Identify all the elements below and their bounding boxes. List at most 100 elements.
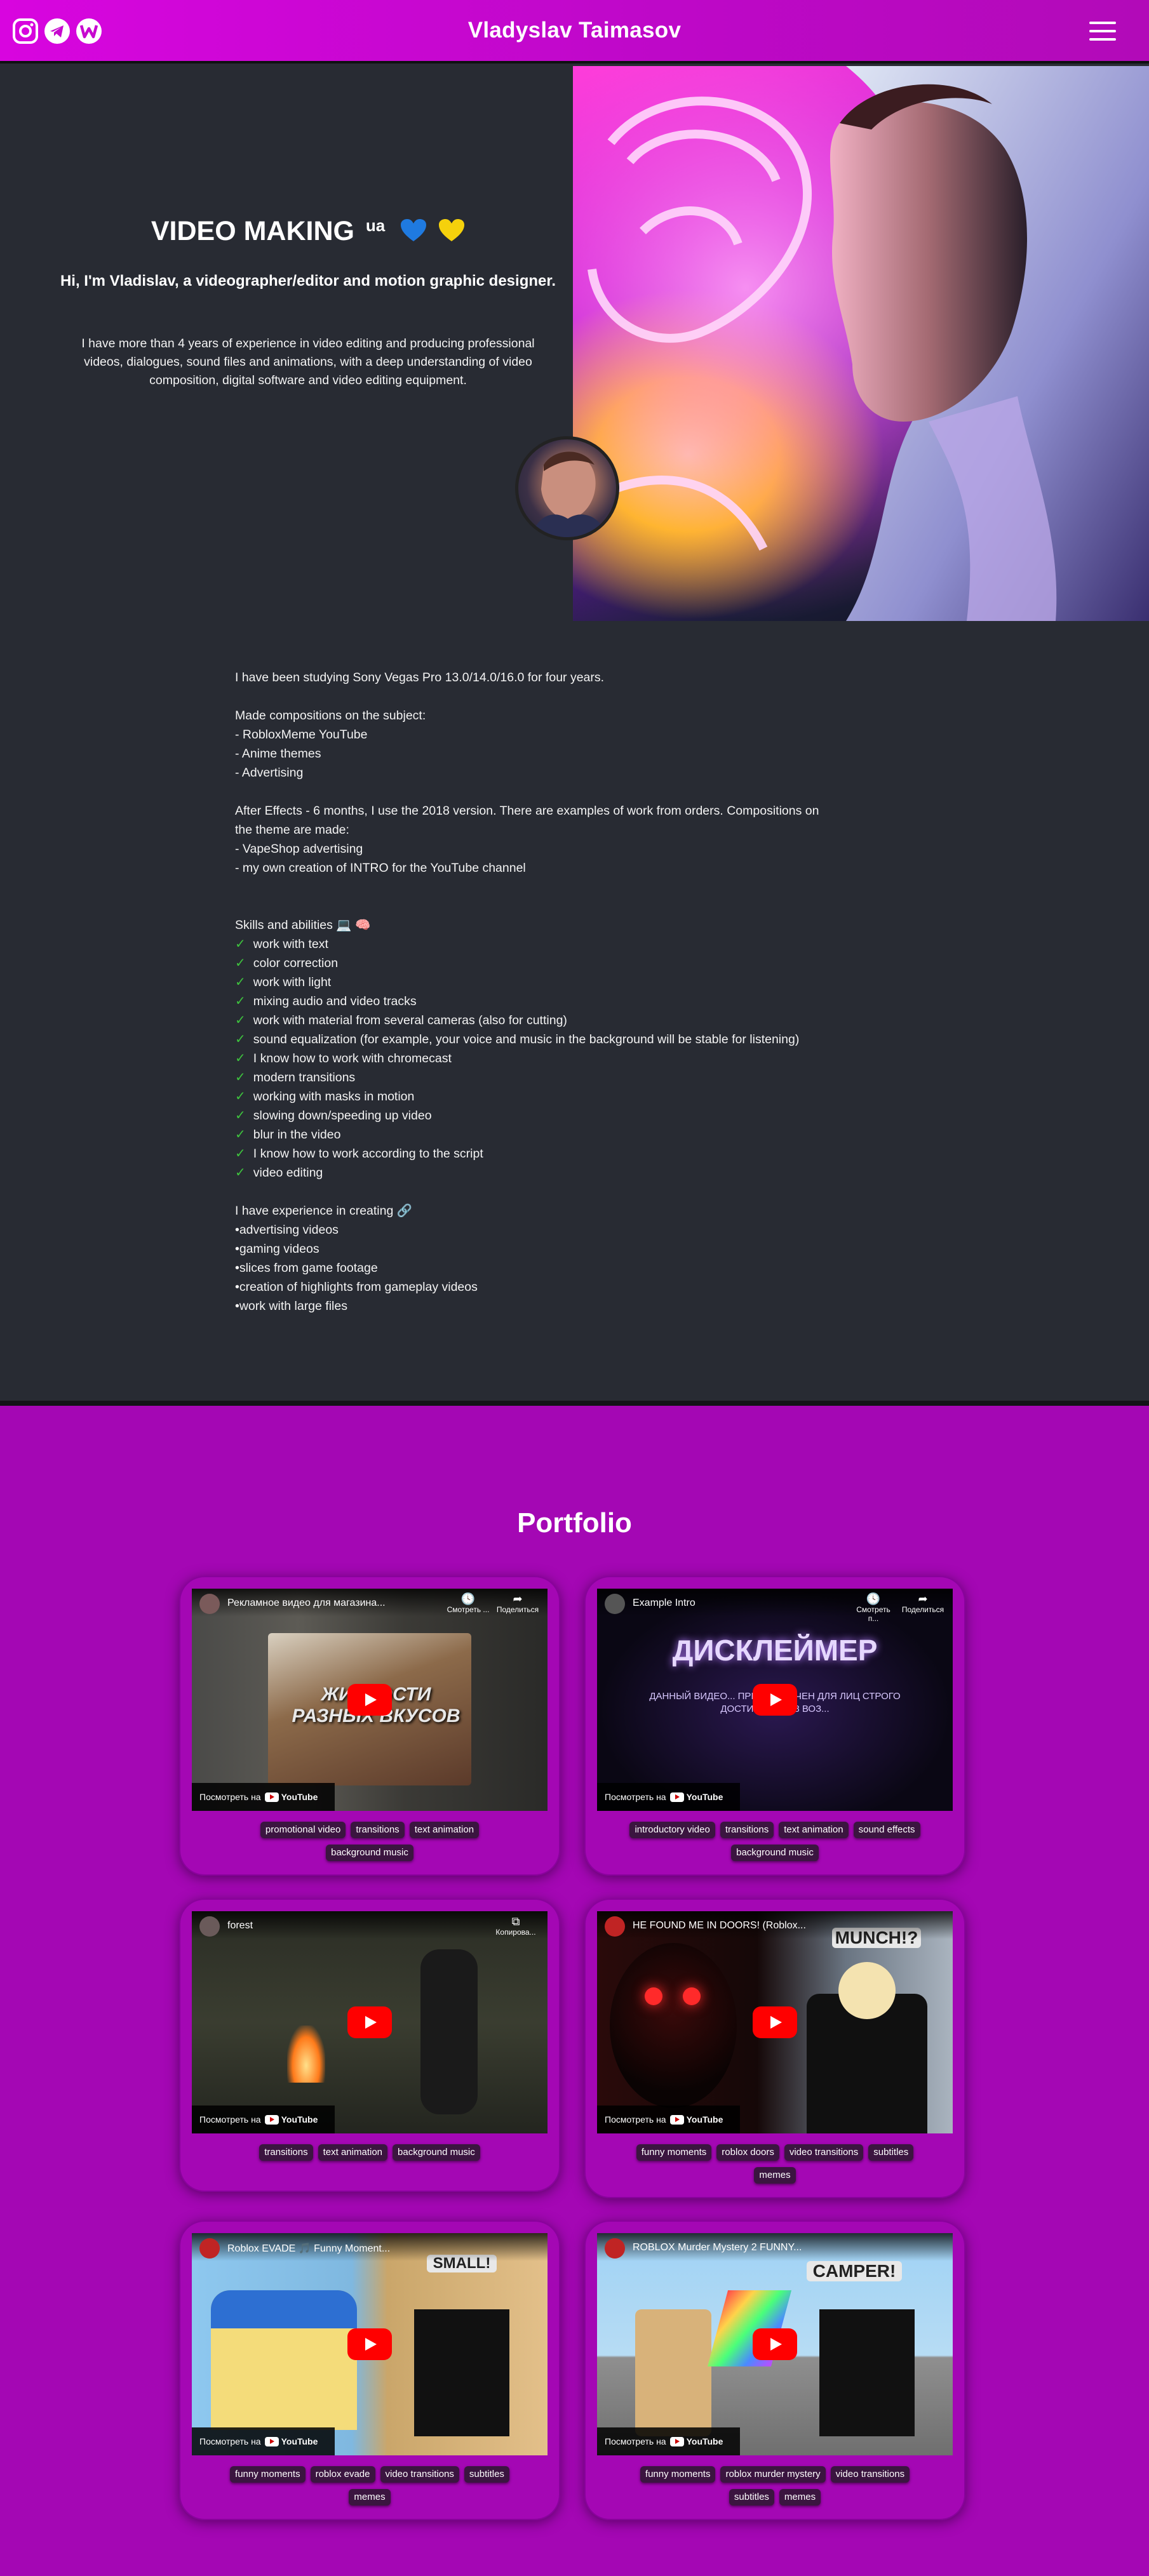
channel-avatar[interactable] bbox=[199, 1916, 220, 1937]
youtube-logo-icon bbox=[264, 2437, 279, 2446]
skill-item: ✓ working with masks in motion bbox=[235, 1090, 415, 1104]
video-title[interactable]: Рекламное видео для магазина... bbox=[227, 1598, 437, 1609]
tag: funny moments bbox=[640, 2466, 716, 2483]
tag: roblox evade bbox=[310, 2466, 375, 2483]
site-title[interactable]: Vladyslav Taimasov bbox=[0, 18, 1149, 43]
campfire-graphic bbox=[287, 2025, 325, 2083]
watch-on-youtube-button[interactable]: Посмотреть на YouTube bbox=[597, 2106, 740, 2133]
tag: memes bbox=[754, 2167, 796, 2184]
experience-item: •gaming videos bbox=[235, 1242, 319, 1256]
play-button[interactable] bbox=[347, 1684, 392, 1716]
checkmark-icon: ✓ bbox=[235, 1147, 246, 1161]
portfolio-card: SMALL! Roblox EVADE 🎵 Funny Moment... По… bbox=[179, 2220, 560, 2520]
play-button[interactable] bbox=[753, 1684, 797, 1716]
tag-list: funny moments roblox murder mystery video … bbox=[622, 2463, 927, 2509]
skill-item: ✓ I know how to work with chromecast bbox=[235, 1051, 452, 1065]
checkmark-icon: ✓ bbox=[235, 1109, 246, 1123]
portfolio-card: MUNCH!? HE FOUND ME IN DOORS! (Roblox...… bbox=[584, 1899, 965, 2198]
skill-item: ✓ modern transitions bbox=[235, 1071, 356, 1084]
watch-later-button[interactable]: 🕓 Смотреть ... bbox=[446, 1592, 490, 1614]
checkmark-icon: ✓ bbox=[235, 937, 246, 951]
clock-icon: 🕓 bbox=[460, 1592, 476, 1605]
video-title[interactable]: Example Intro bbox=[633, 1598, 842, 1609]
section-divider bbox=[0, 1401, 1149, 1406]
tag: roblox doors bbox=[716, 2144, 779, 2161]
youtube-logo-icon bbox=[669, 2437, 684, 2446]
copy-icon: ⧉ bbox=[511, 1915, 520, 1928]
video-embed[interactable]: ДИСКЛЕЙМЕР ДАННЫЙ ВИДЕО... ПРЕДНАЗНАЧЕН … bbox=[597, 1589, 953, 1811]
yellow-heart-icon bbox=[439, 219, 465, 241]
tag: subtitles bbox=[464, 2466, 509, 2483]
watch-later-button[interactable]: 🕓 Смотреть п... bbox=[851, 1592, 896, 1623]
watch-on-youtube-button[interactable]: Посмотреть на YouTube bbox=[597, 1783, 740, 1811]
channel-avatar[interactable] bbox=[605, 2238, 625, 2259]
tag: text animation bbox=[318, 2144, 388, 2161]
play-button[interactable] bbox=[347, 2328, 392, 2360]
checkmark-icon: ✓ bbox=[235, 1090, 246, 1104]
experience-heading: I have experience in creating 🔗 bbox=[235, 1204, 413, 1218]
about-line: I have been studying Sony Vegas Pro 13.0… bbox=[235, 671, 605, 684]
checkmark-icon: ✓ bbox=[235, 1128, 246, 1142]
about-line: After Effects - 6 months, I use the 2018… bbox=[235, 804, 819, 818]
video-title[interactable]: Roblox EVADE 🎵 Funny Moment... bbox=[227, 2242, 437, 2255]
share-button[interactable]: ➦ Поделиться bbox=[495, 1592, 540, 1614]
video-embed[interactable]: forest ⧉ Копирова... Посмотреть на YouTube bbox=[192, 1911, 548, 2133]
tag: text animation bbox=[409, 1822, 480, 1838]
tag: video transitions bbox=[784, 2144, 864, 2161]
share-button[interactable]: ➦ Поделиться bbox=[901, 1592, 945, 1614]
skill-item: ✓ slowing down/speeding up video bbox=[235, 1109, 432, 1123]
youtube-logo-icon bbox=[264, 2115, 279, 2125]
video-title[interactable]: HE FOUND ME IN DOORS! (Roblox... bbox=[633, 1920, 842, 1932]
watch-on-youtube-button[interactable]: Посмотреть на YouTube bbox=[192, 2106, 335, 2133]
tag: funny moments bbox=[636, 2144, 712, 2161]
about-line: Made compositions on the subject: bbox=[235, 709, 426, 723]
video-title[interactable]: ROBLOX Murder Mystery 2 FUNNY... bbox=[633, 2242, 842, 2253]
tag-list: transitions text animation background musi… bbox=[217, 2141, 522, 2164]
hero-section: VIDEO MAKING ua Hi, I'm Vladislav, a vid… bbox=[0, 66, 1149, 621]
about-line bbox=[235, 782, 921, 801]
ua-flag-label: ua bbox=[365, 216, 386, 235]
play-button[interactable] bbox=[347, 2006, 392, 2038]
video-embed[interactable]: ЖИДКОСТИ РАЗНЫХ ВКУСОВ Рекламное видео д… bbox=[192, 1589, 548, 1811]
play-button[interactable] bbox=[753, 2006, 797, 2038]
hero-photo bbox=[573, 66, 1149, 621]
tag: background music bbox=[393, 2144, 480, 2161]
neon-portrait-illustration bbox=[573, 66, 1149, 621]
portfolio-section: Portfolio ЖИДКОСТИ РАЗНЫХ ВКУСОВ Рекламн… bbox=[0, 1406, 1149, 2576]
roblox-character bbox=[819, 2309, 915, 2436]
play-button[interactable] bbox=[753, 2328, 797, 2360]
copy-link-button[interactable]: ⧉ Копирова... bbox=[494, 1915, 538, 1937]
about-line bbox=[235, 897, 921, 916]
hero-description: I have more than 4 years of experience i… bbox=[81, 337, 535, 387]
channel-avatar[interactable] bbox=[199, 2238, 220, 2259]
portfolio-card: forest ⧉ Копирова... Посмотреть на YouTube… bbox=[179, 1899, 560, 2192]
hamburger-menu-icon[interactable] bbox=[1089, 22, 1116, 41]
tag: transitions bbox=[259, 2144, 313, 2161]
tag-list: introductory video transitions text animat… bbox=[622, 1819, 927, 1864]
hero-title-text: VIDEO MAKING bbox=[151, 216, 354, 246]
watch-on-youtube-button[interactable]: Посмотреть на YouTube bbox=[192, 1783, 335, 1811]
hero-subtitle: Hi, I'm Vladislav, a videographer/editor… bbox=[60, 272, 556, 290]
watch-on-youtube-button[interactable]: Посмотреть на YouTube bbox=[192, 2427, 335, 2455]
skills-list: ✓ work with text ✓ color correction ✓ work … bbox=[235, 935, 921, 1182]
watch-on-youtube-button[interactable]: Посмотреть на YouTube bbox=[597, 2427, 740, 2455]
portfolio-card: ДИСКЛЕЙМЕР ДАННЫЙ ВИДЕО... ПРЕДНАЗНАЧЕН … bbox=[584, 1576, 965, 1876]
tag: roblox murder mystery bbox=[720, 2466, 826, 2483]
checkmark-icon: ✓ bbox=[235, 1166, 246, 1180]
skill-item: ✓ blur in the video bbox=[235, 1128, 341, 1142]
video-title[interactable]: forest bbox=[227, 1920, 437, 1932]
tag: memes bbox=[349, 2489, 391, 2506]
tag: funny moments bbox=[230, 2466, 306, 2483]
share-icon: ➦ bbox=[918, 1592, 928, 1605]
roblox-character bbox=[635, 2309, 711, 2436]
share-icon: ➦ bbox=[513, 1592, 523, 1605]
checkmark-icon: ✓ bbox=[235, 994, 246, 1008]
channel-avatar[interactable] bbox=[605, 1594, 625, 1614]
channel-avatar[interactable] bbox=[605, 1916, 625, 1937]
video-embed[interactable]: MUNCH!? HE FOUND ME IN DOORS! (Roblox...… bbox=[597, 1911, 953, 2133]
experience-item: •creation of highlights from gameplay vi… bbox=[235, 1280, 478, 1294]
youtube-logo-icon bbox=[264, 1792, 279, 1802]
video-embed[interactable]: SMALL! Roblox EVADE 🎵 Funny Moment... По… bbox=[192, 2233, 548, 2455]
video-embed[interactable]: CAMPER! ROBLOX Murder Mystery 2 FUNNY...… bbox=[597, 2233, 953, 2455]
channel-avatar[interactable] bbox=[199, 1594, 220, 1614]
